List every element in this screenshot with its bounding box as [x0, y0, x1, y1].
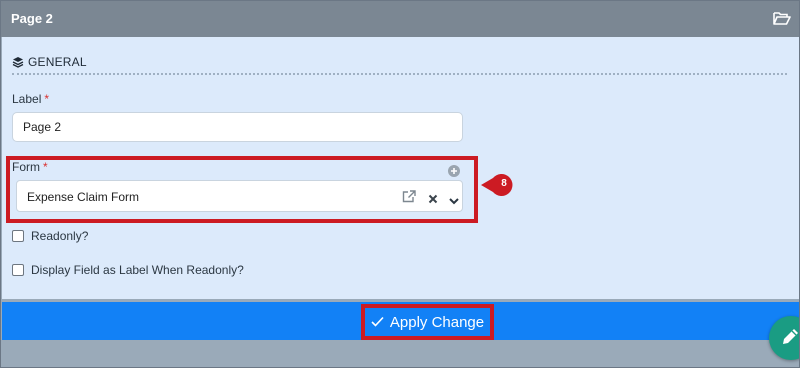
panel-title: Page 2 [11, 11, 53, 26]
panel-header: Page 2 [1, 1, 799, 37]
readonly-label: Readonly? [31, 229, 89, 243]
check-icon [371, 314, 384, 331]
section-heading: GENERAL [12, 54, 87, 70]
readonly-checkbox[interactable] [12, 230, 24, 242]
display-as-label-checkbox[interactable] [12, 264, 24, 276]
callout-marker: 8 [481, 174, 515, 196]
folder-open-icon[interactable] [773, 11, 791, 25]
label-input[interactable]: Page 2 [12, 112, 463, 142]
edit-fab[interactable] [769, 316, 799, 360]
layers-icon [12, 56, 24, 68]
readonly-checkbox-row[interactable]: Readonly? [12, 229, 88, 243]
callout-number: 8 [501, 178, 507, 189]
label-field-label: Label * [12, 92, 50, 106]
section-title: GENERAL [28, 55, 87, 69]
page-frame: Page 2 GENERAL Label * Page 2 Form * Exp… [0, 0, 800, 368]
display-as-label-checkbox-row[interactable]: Display Field as Label When Readonly? [12, 263, 244, 277]
section-divider [12, 73, 787, 75]
display-as-label-label: Display Field as Label When Readonly? [31, 263, 244, 277]
apply-change-button[interactable]: Apply Change [361, 304, 494, 340]
form-field-highlight [6, 156, 478, 223]
apply-change-label: Apply Change [389, 313, 485, 331]
